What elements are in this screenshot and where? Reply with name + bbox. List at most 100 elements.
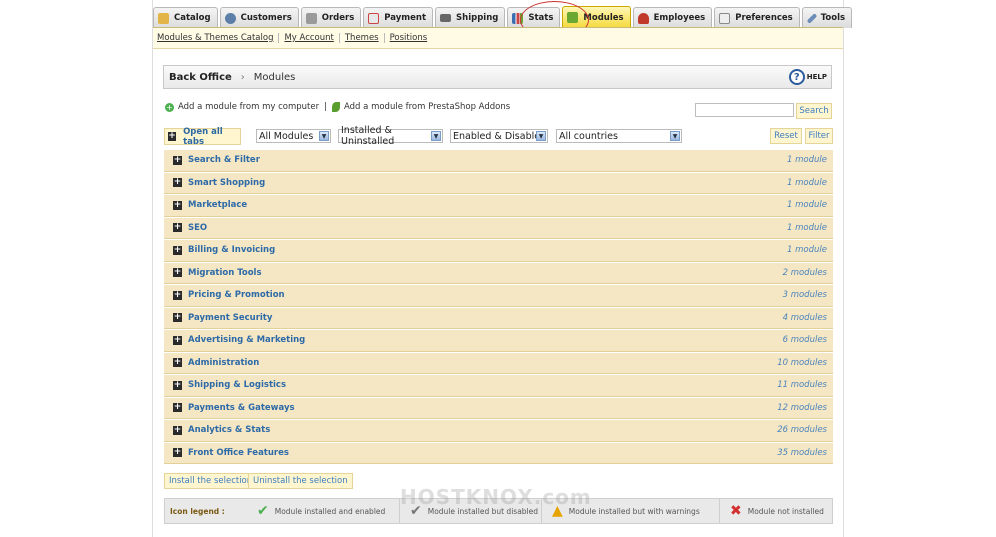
category-module-count: 6 modules — [782, 335, 827, 346]
module-category-row[interactable]: + Payment Security 4 modules — [164, 306, 833, 329]
category-name: SEO — [188, 222, 208, 233]
tab-payment[interactable]: Payment — [363, 7, 434, 28]
tab-label: Stats — [528, 13, 554, 23]
module-category-row[interactable]: + Pricing & Promotion 3 modules — [164, 284, 833, 307]
category-module-count: 1 module — [787, 200, 827, 211]
tab-shipping[interactable]: Shipping — [435, 7, 506, 28]
expand-icon: + — [173, 357, 182, 368]
tab-orders[interactable]: Orders — [300, 7, 362, 28]
filter-button[interactable]: Filter — [805, 128, 833, 144]
help-icon: ? — [788, 69, 805, 85]
add-circle-icon: + — [165, 102, 174, 112]
legend-title: Icon legend : — [170, 506, 225, 516]
folder-icon — [158, 12, 169, 24]
expand-icon: + — [173, 222, 182, 233]
legend-label: Module installed and enabled — [274, 506, 386, 516]
tab-stats[interactable]: Stats — [507, 7, 561, 28]
install-status-select[interactable]: Installed & Uninstalled ▼ — [338, 125, 443, 147]
category-module-count: 35 modules — [777, 447, 827, 458]
category-name: Search & Filter — [188, 155, 260, 166]
module-type-value: All Modules — [259, 130, 314, 142]
category-module-count: 10 modules — [777, 357, 827, 368]
subnav-modules-themes-catalog[interactable]: Modules & Themes Catalog — [157, 33, 280, 43]
install-selection-button[interactable]: Install the selection — [164, 473, 258, 489]
module-category-row[interactable]: + Shipping & Logistics 11 modules — [164, 374, 833, 397]
cross-red-icon: ✖ — [730, 503, 742, 519]
module-category-list: + Search & Filter 1 module + Smart Shopping 1… — [164, 149, 833, 464]
employee-icon — [637, 12, 649, 24]
install-status-value: Installed & Uninstalled — [341, 125, 395, 147]
category-name: Pricing & Promotion — [188, 290, 285, 301]
help-button[interactable]: ? HELP — [788, 69, 827, 85]
category-name: Shipping & Logistics — [188, 380, 287, 391]
truck-icon — [440, 14, 452, 22]
tab-modules[interactable]: Modules — [562, 6, 631, 28]
category-module-count: 1 module — [787, 155, 827, 166]
chevron-down-icon: ▼ — [536, 131, 546, 141]
uninstall-selection-button[interactable]: Uninstall the selection — [248, 473, 353, 489]
search-input[interactable] — [695, 103, 794, 117]
enabled-status-value: Enabled & Disabled — [453, 130, 547, 142]
add-module-links: + Add a module from my computer | Add a … — [165, 102, 510, 112]
tab-customers[interactable]: Customers — [219, 7, 299, 28]
legend-label: Module not installed — [747, 506, 824, 516]
category-name: Administration — [188, 357, 260, 368]
subnav-positions[interactable]: Positions — [390, 33, 433, 43]
category-name: Advertising & Marketing — [188, 335, 306, 346]
module-category-row[interactable]: + Smart Shopping 1 module — [164, 171, 833, 194]
tab-label: Preferences — [735, 13, 793, 23]
module-category-row[interactable]: + Marketplace 1 module — [164, 194, 833, 217]
tab-tools[interactable]: Tools — [801, 7, 853, 28]
expand-icon: + — [173, 402, 182, 413]
expand-icon: + — [173, 244, 182, 255]
category-name: Analytics & Stats — [188, 425, 271, 436]
category-module-count: 1 module — [787, 222, 827, 233]
main-tabs: Catalog Customers Orders Payment Shippin… — [153, 5, 854, 28]
chevron-down-icon: ▼ — [431, 131, 441, 141]
subnav-themes[interactable]: Themes — [345, 33, 385, 43]
legend-item-not-installed: ✖ Module not installed — [719, 499, 831, 523]
payment-icon — [368, 12, 380, 24]
category-name: Billing & Invoicing — [188, 245, 276, 256]
module-category-row[interactable]: + Billing & Invoicing 1 module — [164, 239, 833, 262]
module-category-row[interactable]: + SEO 1 module — [164, 216, 833, 239]
enabled-status-select[interactable]: Enabled & Disabled ▼ — [450, 129, 548, 143]
category-module-count: 26 modules — [777, 425, 827, 436]
country-select[interactable]: All countries ▼ — [556, 129, 682, 143]
module-category-row[interactable]: + Analytics & Stats 26 modules — [164, 419, 833, 442]
expand-icon: + — [173, 379, 182, 390]
link-separator: | — [324, 102, 327, 112]
module-category-row[interactable]: + Advertising & Marketing 6 modules — [164, 329, 833, 352]
expand-icon: + — [173, 312, 182, 323]
module-category-row[interactable]: + Administration 10 modules — [164, 351, 833, 374]
category-module-count: 1 module — [787, 245, 827, 256]
wrench-icon — [806, 12, 818, 24]
category-name: Front Office Features — [188, 447, 289, 458]
open-all-tabs-button[interactable]: + Open all tabs — [164, 127, 241, 147]
breadcrumb-root[interactable]: Back Office — [169, 72, 232, 83]
add-module-from-computer-link[interactable]: Add a module from my computer — [178, 102, 319, 112]
add-module-from-addons-link[interactable]: Add a module from PrestaShop Addons — [344, 102, 510, 112]
expand-icon: + — [173, 177, 182, 188]
tab-label: Modules — [583, 12, 624, 23]
tab-catalog[interactable]: Catalog — [153, 7, 218, 28]
puzzle-icon — [567, 12, 579, 23]
module-category-row[interactable]: + Front Office Features 35 modules — [164, 441, 833, 464]
subnav-my-account[interactable]: My Account — [284, 33, 340, 43]
module-type-select[interactable]: All Modules ▼ — [256, 129, 331, 143]
expand-icon: + — [173, 199, 182, 210]
tab-employees[interactable]: Employees — [632, 7, 713, 28]
user-icon — [224, 12, 236, 24]
search-button[interactable]: Search — [796, 103, 832, 119]
module-category-row[interactable]: + Search & Filter 1 module — [164, 149, 833, 172]
chart-icon — [512, 12, 524, 24]
category-name: Smart Shopping — [188, 177, 266, 188]
breadcrumb-separator: › — [240, 71, 245, 83]
expand-icon: + — [173, 267, 182, 278]
module-category-row[interactable]: + Migration Tools 2 modules — [164, 261, 833, 284]
module-category-row[interactable]: + Payments & Gateways 12 modules — [164, 396, 833, 419]
expand-icon: + — [173, 424, 182, 435]
tab-preferences[interactable]: Preferences — [714, 7, 800, 28]
tab-label: Payment — [384, 13, 427, 23]
reset-button[interactable]: Reset — [770, 128, 802, 144]
